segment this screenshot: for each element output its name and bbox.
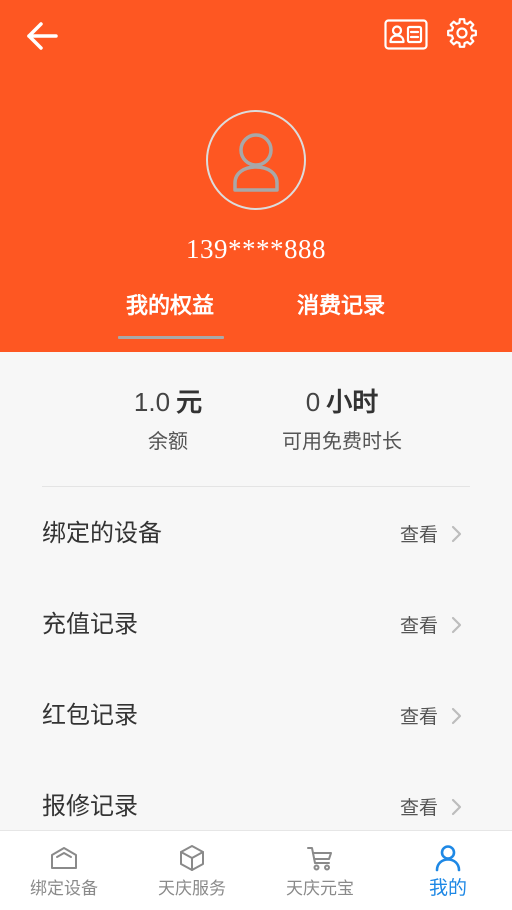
avatar[interactable] — [206, 110, 306, 210]
nav-item-yuanbao[interactable]: 天庆元宝 — [256, 831, 384, 910]
nav-item-services[interactable]: 天庆服务 — [128, 831, 256, 910]
back-arrow-icon — [27, 22, 58, 50]
chevron-right-icon — [451, 798, 462, 815]
house-icon — [51, 847, 77, 869]
chevron-right-icon — [451, 707, 462, 724]
tab-active-indicator — [118, 336, 224, 339]
gear-icon — [447, 18, 477, 48]
profile-header: 139****888 我的权益 消费记录 — [0, 0, 512, 352]
person-icon — [435, 845, 461, 872]
view-link-text: 查看 — [399, 798, 438, 819]
tab-my-benefits[interactable]: 我的权益 — [95, 288, 245, 324]
free-hours-stat: 0 小时 可用免费时长 — [232, 380, 452, 457]
list-item-bound-devices[interactable]: 绑定的设备 查看 — [0, 488, 512, 579]
avatar-placeholder-icon — [232, 132, 279, 192]
free-hours-label: 可用免费时长 — [282, 431, 402, 453]
view-link-text: 查看 — [399, 707, 438, 728]
list-item-recharge-records[interactable]: 充值记录 查看 — [0, 579, 512, 670]
nav-label: 绑定设备 — [30, 879, 98, 898]
nav-item-mine[interactable]: 我的 — [384, 831, 512, 910]
free-hours-value-line: 0 小时 — [232, 380, 452, 424]
cart-icon — [307, 847, 332, 871]
view-link[interactable]: 查看 — [400, 670, 462, 761]
list-item-label: 绑定的设备 — [42, 520, 162, 547]
nav-label: 我的 — [428, 878, 467, 899]
back-button[interactable] — [24, 20, 60, 52]
nav-label: 天庆元宝 — [286, 879, 354, 898]
view-link-text: 查看 — [399, 616, 438, 637]
list-item-label: 充值记录 — [42, 611, 138, 638]
balance-value: 1.0 — [133, 387, 171, 417]
nav-item-bind-device[interactable]: 绑定设备 — [0, 831, 128, 910]
balance-unit: 元 — [176, 387, 203, 417]
cube-icon — [180, 845, 204, 871]
phone-number: 139****888 — [186, 234, 326, 264]
tab-consumption-records[interactable]: 消费记录 — [266, 288, 416, 324]
chevron-right-icon — [451, 616, 462, 633]
id-card-button[interactable] — [384, 19, 428, 50]
bottom-nav: 绑定设备 天庆服务 天庆元宝 我的 — [0, 830, 512, 910]
list-item-red-packet-records[interactable]: 红包记录 查看 — [0, 670, 512, 761]
free-hours-unit: 小时 — [326, 387, 379, 417]
settings-button[interactable] — [446, 17, 478, 49]
view-link-text: 查看 — [399, 525, 438, 546]
free-hours-value: 0 — [305, 387, 321, 417]
id-card-icon — [384, 19, 428, 50]
chevron-right-icon — [451, 525, 462, 542]
nav-label: 天庆服务 — [158, 879, 226, 898]
view-link[interactable]: 查看 — [400, 579, 462, 670]
list-item-label: 红包记录 — [42, 702, 138, 729]
view-link[interactable]: 查看 — [400, 488, 462, 579]
stats-divider — [42, 486, 470, 487]
